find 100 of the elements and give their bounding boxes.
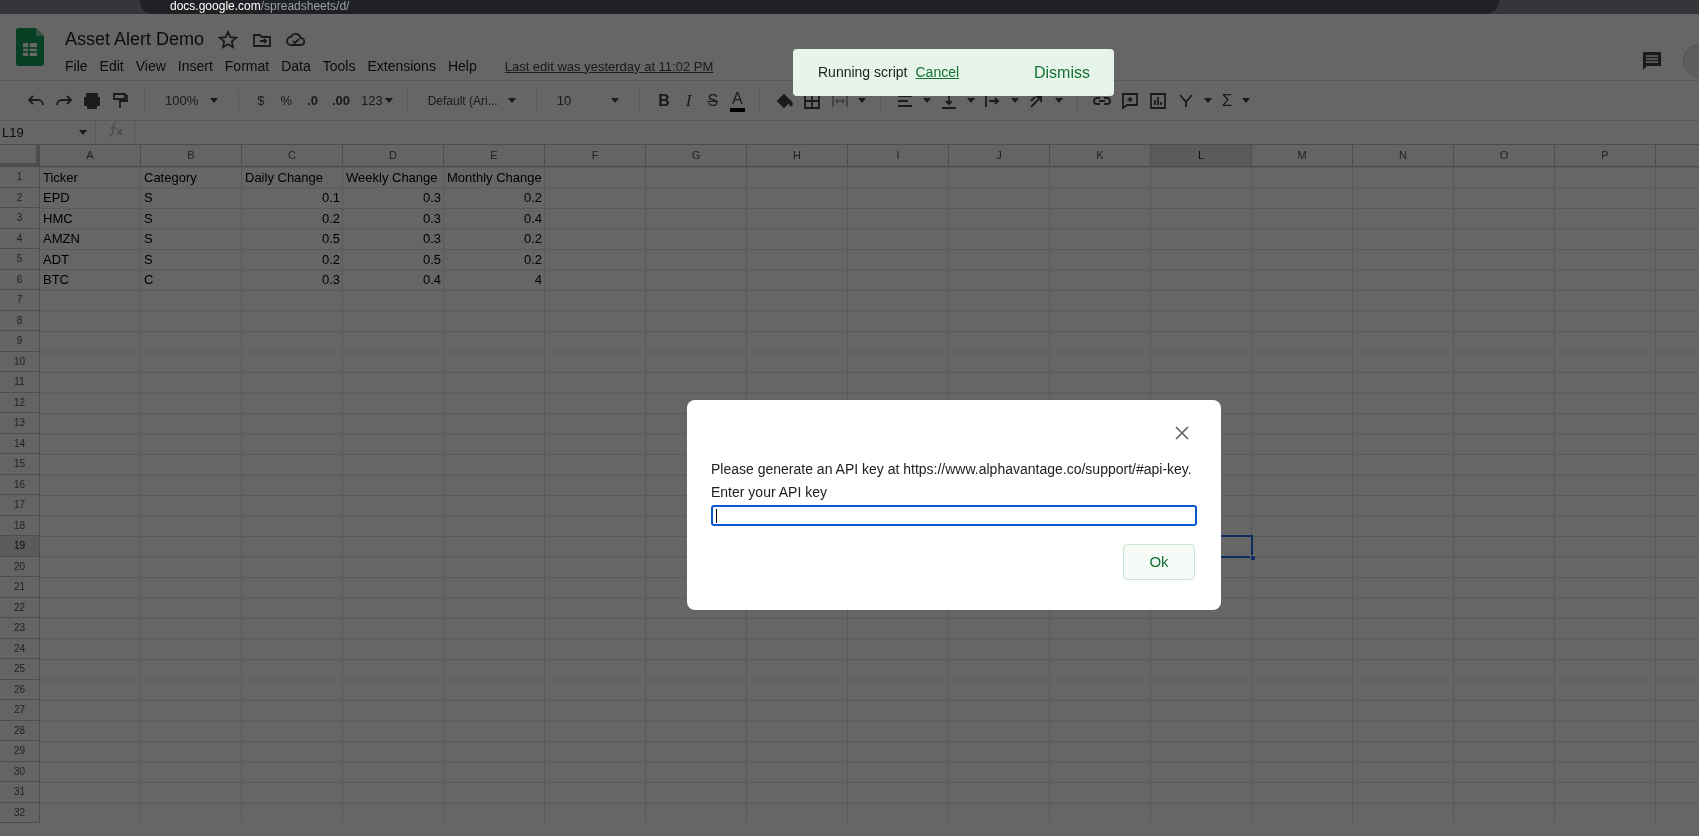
text-color-button[interactable]: A	[730, 89, 745, 112]
table-cell-text: 0.3	[320, 271, 341, 289]
column-header[interactable]: F	[545, 145, 646, 167]
column-header[interactable]: C	[242, 145, 343, 167]
caret-icon[interactable]	[384, 98, 393, 103]
row-header[interactable]: 15	[0, 454, 40, 475]
row-header[interactable]: 25	[0, 659, 40, 680]
caret-icon[interactable]	[1010, 98, 1019, 103]
cancel-link[interactable]: Cancel	[915, 62, 960, 83]
row-header[interactable]: 21	[0, 577, 40, 598]
row-header[interactable]: 28	[0, 720, 40, 741]
add-comment-icon[interactable]	[1119, 90, 1140, 111]
row-header[interactable]: 27	[0, 700, 40, 721]
row-header[interactable]: 8	[0, 310, 40, 331]
decrease-decimals-button[interactable]: .0	[304, 90, 321, 111]
row-header[interactable]: 31	[0, 782, 40, 803]
paint-format-icon[interactable]	[110, 90, 130, 111]
dismiss-button[interactable]: Dismiss	[1034, 60, 1090, 85]
bold-button[interactable]: B	[654, 88, 674, 113]
row-header[interactable]: 18	[0, 515, 40, 536]
print-icon[interactable]	[82, 90, 102, 111]
table-cell-text: Ticker	[42, 168, 79, 187]
row-header[interactable]: 24	[0, 638, 40, 659]
functions-button[interactable]: Σ	[1219, 87, 1235, 114]
star-icon[interactable]	[218, 29, 239, 50]
column-header[interactable]: N	[1353, 145, 1454, 167]
column-header[interactable]: D	[343, 145, 444, 167]
table-cell-text: S	[143, 230, 154, 248]
column-header[interactable]: B	[141, 145, 242, 167]
caret-icon[interactable]	[922, 98, 931, 103]
menu-item[interactable]: Data	[275, 56, 317, 77]
menu-item[interactable]: Format	[218, 56, 276, 77]
row-header[interactable]: 26	[0, 679, 40, 700]
column-header[interactable]: J	[949, 145, 1050, 167]
row-header[interactable]: 16	[0, 474, 40, 495]
chart-icon[interactable]	[1147, 90, 1168, 111]
column-header[interactable]: E	[444, 145, 545, 167]
menu-item[interactable]: Edit	[93, 56, 130, 77]
row-header[interactable]: 30	[0, 761, 40, 782]
row-header[interactable]: 3	[0, 208, 40, 229]
row-header[interactable]: 19	[0, 536, 40, 557]
fill-handle[interactable]	[1250, 554, 1256, 561]
column-header[interactable]: L	[1151, 145, 1252, 167]
menu-item[interactable]: View	[129, 56, 172, 77]
column-header[interactable]: G	[646, 145, 747, 167]
caret-icon[interactable]	[79, 130, 87, 135]
percent-button[interactable]: %	[276, 90, 297, 111]
menu-item[interactable]: Extensions	[361, 56, 442, 77]
column-header[interactable]: A	[40, 145, 141, 167]
comment-icon[interactable]	[1641, 50, 1663, 72]
table-cell-text: S	[143, 209, 154, 228]
row-header[interactable]: 11	[0, 372, 40, 393]
caret-icon[interactable]	[1203, 98, 1212, 103]
row-header[interactable]: 14	[0, 433, 40, 454]
row-header[interactable]: 6	[0, 269, 40, 290]
column-header[interactable]: P	[1555, 145, 1656, 167]
column-header[interactable]: O	[1454, 145, 1555, 167]
last-edit-link[interactable]: Last edit was yesterday at 11:02 PM	[504, 56, 714, 77]
row-header[interactable]: 17	[0, 495, 40, 516]
caret-icon[interactable]	[857, 98, 866, 103]
ok-button[interactable]: Ok	[1123, 544, 1195, 580]
column-header[interactable]: K	[1050, 145, 1151, 167]
caret-icon[interactable]	[507, 98, 516, 103]
caret-icon[interactable]	[1242, 98, 1251, 103]
column-header[interactable]: M	[1252, 145, 1353, 167]
table-cell-text: ADT	[42, 250, 70, 269]
row-header[interactable]: 23	[0, 618, 40, 639]
font-size-dropdown[interactable]: 10	[550, 90, 626, 111]
row-header[interactable]: 29	[0, 741, 40, 762]
caret-icon[interactable]	[1054, 98, 1063, 103]
row-header[interactable]: 22	[0, 597, 40, 618]
caret-icon[interactable]	[611, 98, 620, 103]
api-key-field[interactable]	[711, 505, 1197, 526]
name-box[interactable]: L19	[0, 121, 96, 144]
zoom-dropdown[interactable]: 100%	[159, 90, 225, 111]
menu-item[interactable]: File	[65, 56, 94, 77]
row-header[interactable]: 20	[0, 556, 40, 577]
caret-icon[interactable]	[966, 98, 975, 103]
row-header[interactable]: 13	[0, 413, 40, 434]
currency-button[interactable]: $	[253, 90, 269, 111]
italic-button[interactable]: I	[681, 87, 696, 114]
increase-decimals-button[interactable]: .00	[328, 90, 353, 111]
column-header[interactable]: H	[747, 145, 848, 167]
close-icon[interactable]	[1175, 426, 1189, 440]
row-header[interactable]: 5	[0, 249, 40, 270]
caret-icon[interactable]	[210, 98, 219, 103]
strikethrough-button[interactable]: S	[703, 88, 723, 113]
table-cell-text: 4	[533, 271, 543, 289]
document-title[interactable]: Asset Alert Demo	[65, 26, 205, 53]
font-dropdown[interactable]: Default (Ari...	[421, 91, 522, 110]
number-format-dropdown[interactable]: 123	[360, 90, 393, 111]
row-header[interactable]: 12	[0, 392, 40, 413]
row-header[interactable]: 10	[0, 351, 40, 372]
menu-item[interactable]: Tools	[316, 56, 362, 77]
row-header[interactable]: 32	[0, 802, 40, 823]
row-header[interactable]: 4	[0, 228, 40, 249]
address-bar[interactable]: docs.google.com/spreadsheets/d/	[140, 0, 1499, 14]
row-header[interactable]: 1	[0, 167, 40, 188]
menu-item[interactable]: Help	[441, 56, 483, 77]
menu-item[interactable]: Insert	[171, 56, 219, 77]
